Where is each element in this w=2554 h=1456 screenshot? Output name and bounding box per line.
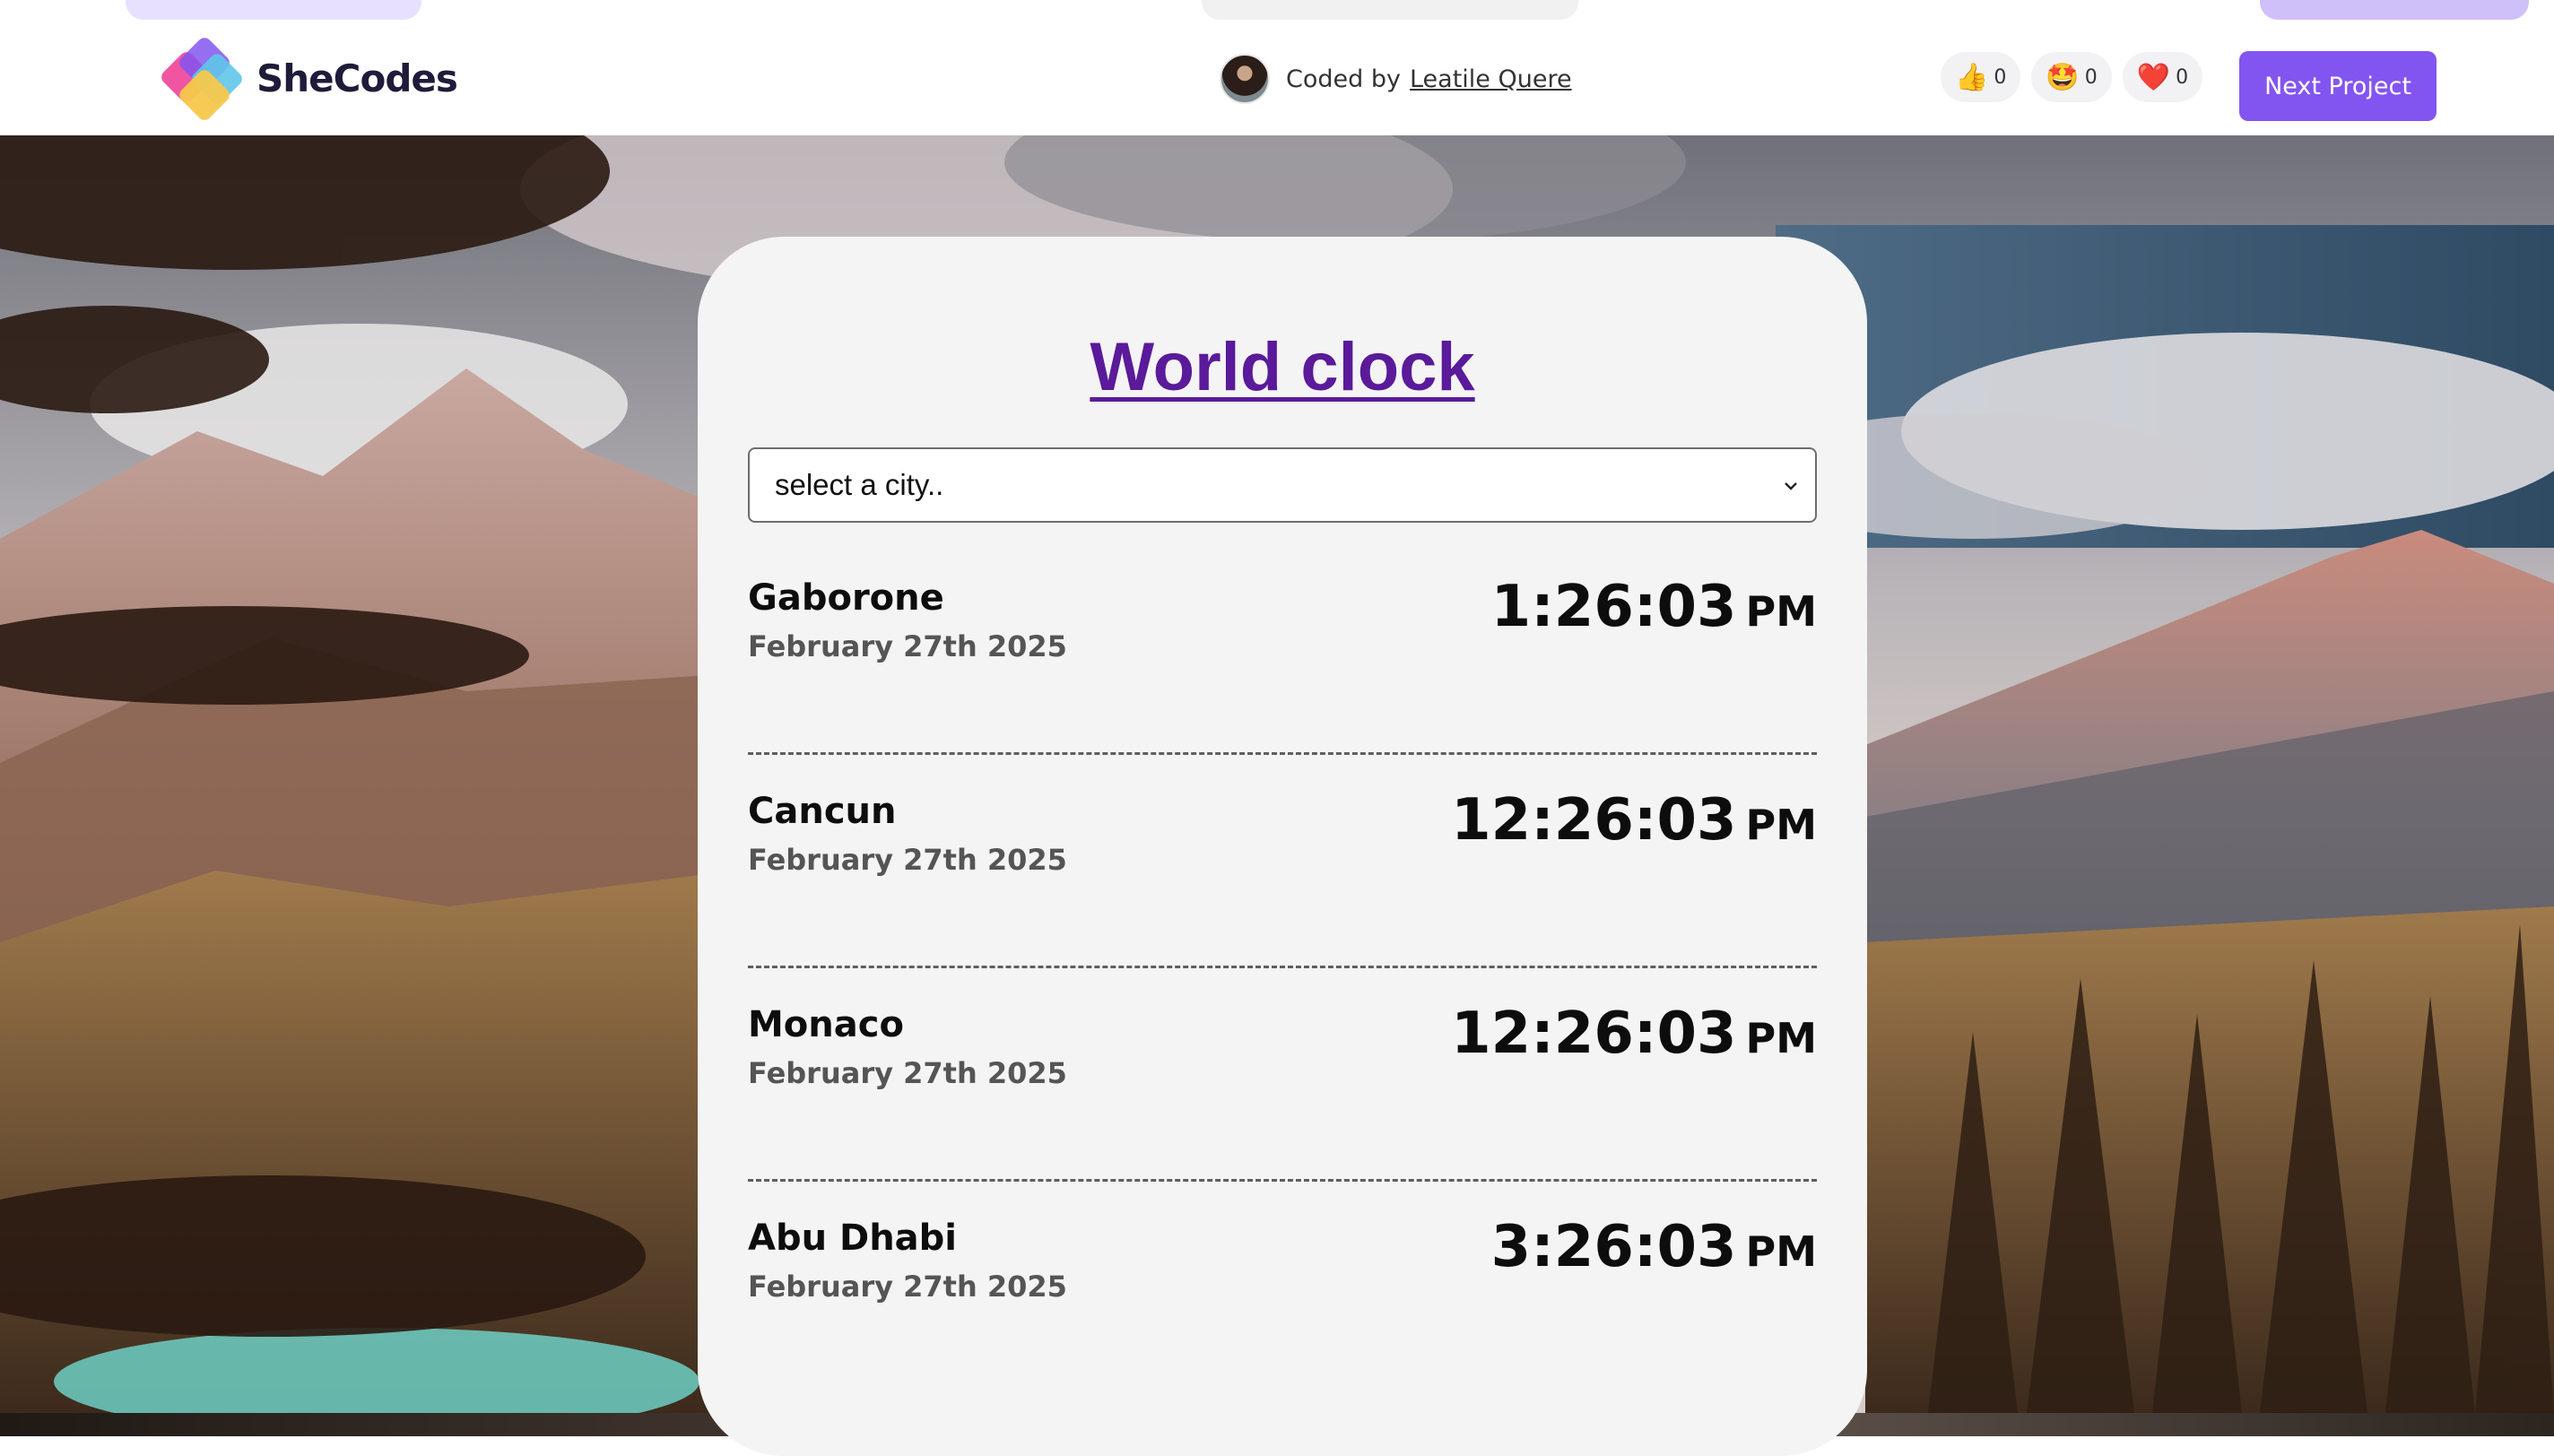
time-value: 12:26:03 bbox=[1451, 1001, 1737, 1067]
city-select[interactable]: select a city.. bbox=[748, 447, 1817, 523]
city-time: 3:26:03 PM bbox=[1491, 1214, 1817, 1280]
top-accent-line bbox=[126, 0, 421, 20]
page-title: World clock bbox=[1090, 329, 1475, 405]
heart-reaction[interactable]: ❤️ 0 bbox=[2122, 52, 2203, 102]
shecodes-logo-icon bbox=[158, 34, 246, 124]
time-value: 3:26:03 bbox=[1490, 1214, 1737, 1280]
city-row-cancun: Cancun February 27th 2025 12:26:03 PM bbox=[748, 755, 1817, 968]
city-row-abu-dhabi: Abu Dhabi February 27th 2025 3:26:03 PM bbox=[748, 1182, 1817, 1395]
city-name: Gaborone bbox=[748, 577, 944, 619]
star-struck-icon: 🤩 bbox=[2046, 61, 2080, 93]
time-ampm: PM bbox=[1745, 1227, 1818, 1276]
star-struck-reaction[interactable]: 🤩 0 bbox=[2031, 52, 2112, 102]
time-ampm: PM bbox=[1745, 1014, 1818, 1062]
top-accent-line bbox=[2260, 0, 2529, 20]
time-value: 12:26:03 bbox=[1451, 787, 1737, 854]
city-date: February 27th 2025 bbox=[748, 843, 1067, 877]
city-select-value: select a city.. bbox=[775, 468, 944, 501]
city-name: Cancun bbox=[748, 791, 897, 832]
time-value: 1:26:03 bbox=[1490, 574, 1737, 640]
thumbs-up-icon: 👍 bbox=[1955, 61, 1989, 93]
shecodes-logo[interactable]: SheCodes bbox=[158, 34, 458, 124]
author-avatar bbox=[1220, 54, 1270, 104]
city-row-gaborone: Gaborone February 27th 2025 1:26:03 PM bbox=[748, 542, 1817, 755]
star-struck-count: 0 bbox=[2084, 65, 2098, 89]
city-name: Abu Dhabi bbox=[748, 1218, 958, 1259]
world-clock-card: World clock select a city.. Gaborone Feb… bbox=[698, 237, 1867, 1456]
city-date: February 27th 2025 bbox=[748, 629, 1067, 663]
author-link[interactable]: Leatile Quere bbox=[1410, 65, 1572, 93]
city-time: 1:26:03 PM bbox=[1491, 574, 1817, 640]
thumbs-up-reaction[interactable]: 👍 0 bbox=[1941, 52, 2021, 102]
top-accent-line bbox=[1202, 0, 1578, 20]
brand-name: SheCodes bbox=[256, 56, 458, 100]
city-date: February 27th 2025 bbox=[748, 1270, 1067, 1304]
next-project-button[interactable]: Next Project bbox=[2239, 51, 2437, 121]
city-date: February 27th 2025 bbox=[748, 1056, 1067, 1090]
reactions: 👍 0 🤩 0 ❤️ 0 bbox=[1941, 52, 2203, 102]
thumbs-up-count: 0 bbox=[1994, 65, 2007, 89]
coded-by: Coded by Leatile Quere bbox=[1220, 54, 1572, 104]
chevron-down-icon bbox=[1785, 482, 1797, 490]
heart-icon: ❤️ bbox=[2136, 61, 2171, 93]
top-bar: SheCodes Coded by Leatile Quere 👍 0 🤩 0 … bbox=[0, 0, 2554, 135]
time-ampm: PM bbox=[1745, 801, 1818, 849]
city-name: Monaco bbox=[748, 1004, 904, 1045]
coded-by-prefix: Coded by bbox=[1286, 65, 1401, 93]
city-time: 12:26:03 PM bbox=[1451, 787, 1817, 854]
city-time: 12:26:03 PM bbox=[1451, 1001, 1817, 1067]
heart-count: 0 bbox=[2176, 65, 2189, 89]
time-ampm: PM bbox=[1745, 587, 1818, 636]
city-row-monaco: Monaco February 27th 2025 12:26:03 PM bbox=[748, 968, 1817, 1182]
